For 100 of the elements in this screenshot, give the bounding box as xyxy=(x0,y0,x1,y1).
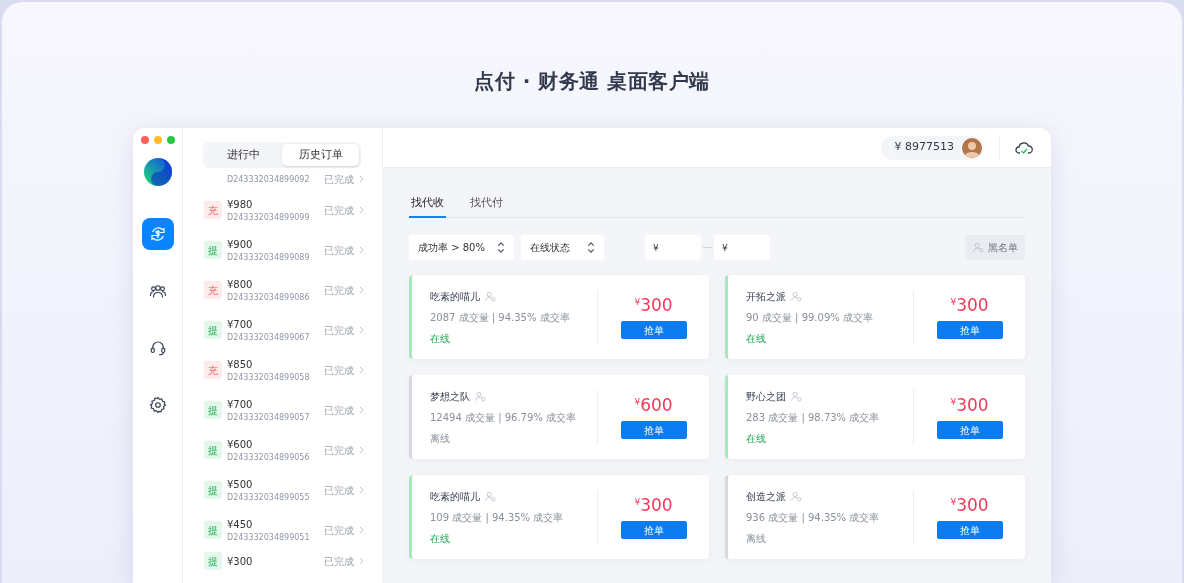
type-badge: 充 xyxy=(204,281,222,299)
currency-sign: ¥ xyxy=(950,296,957,307)
type-badge: 提 xyxy=(204,241,222,259)
grab-order-button[interactable]: 抢单 xyxy=(936,421,1003,439)
blacklist-button[interactable]: 黑名单 xyxy=(965,235,1025,260)
person-icon xyxy=(791,390,802,402)
order-tab[interactable]: 历史订单 xyxy=(282,144,359,166)
online-status: 离线 xyxy=(430,431,451,446)
order-amount: ¥700 xyxy=(227,317,254,331)
price: 300 xyxy=(956,495,989,515)
order-id: D243332034899058 xyxy=(227,371,311,383)
status-select[interactable]: 在线状态 xyxy=(521,235,604,260)
seller-name: 吃素的喵儿 xyxy=(430,289,480,304)
nav-button[interactable] xyxy=(141,218,174,250)
chevron-right-icon xyxy=(359,526,364,534)
type-badge: 充 xyxy=(204,201,222,219)
seller-name: 梦想之队 xyxy=(430,389,470,404)
order-status: 已完成 xyxy=(324,203,354,218)
avatar-icon[interactable] xyxy=(962,137,982,158)
price: 300 xyxy=(956,295,989,315)
price: 600 xyxy=(640,395,673,415)
order-status: 已完成 xyxy=(324,443,354,458)
order-id: D243332034899089 xyxy=(227,251,311,263)
chevron-right-icon xyxy=(359,406,364,414)
online-status: 在线 xyxy=(430,331,451,346)
order-amount: ¥900 xyxy=(227,237,254,251)
main-tab[interactable]: 找代收 xyxy=(409,190,446,218)
sort-icon xyxy=(587,242,595,253)
order-id: D243332034899057 xyxy=(227,411,311,423)
chevron-right-icon xyxy=(359,175,364,183)
chevron-right-icon xyxy=(359,326,364,334)
grab-order-button[interactable]: 抢单 xyxy=(620,321,687,339)
seller-name: 野心之团 xyxy=(746,389,786,404)
order-status: 已完成 xyxy=(324,403,354,418)
grab-order-button[interactable]: 抢单 xyxy=(620,521,687,539)
seller-stats: 283 成交量 | 98.73% 成交率 xyxy=(746,410,881,425)
rate-select[interactable]: 成功率 > 80% xyxy=(409,235,514,260)
order-id: D243332034899051 xyxy=(227,531,311,543)
chevron-right-icon xyxy=(359,557,364,565)
order-status: 已完成 xyxy=(324,283,354,298)
order-status: 已完成 xyxy=(324,363,354,378)
online-status: 在线 xyxy=(746,431,767,446)
order-status: 已完成 xyxy=(324,172,354,187)
order-amount: ¥800 xyxy=(227,277,254,291)
order-status: 已完成 xyxy=(324,554,354,569)
seller-stats: 936 成交量 | 94.35% 成交率 xyxy=(746,510,881,525)
order-status: 已完成 xyxy=(324,523,354,538)
settings-icon xyxy=(148,396,167,414)
price: 300 xyxy=(640,295,673,315)
order-id: D243332034899092 xyxy=(227,174,311,185)
price: 300 xyxy=(640,495,673,515)
order-amount: ¥450 xyxy=(227,517,254,531)
type-badge: 提 xyxy=(204,401,222,419)
order-tab[interactable]: 进行中 xyxy=(205,144,282,166)
chevron-right-icon xyxy=(359,286,364,294)
grab-order-button[interactable]: 抢单 xyxy=(936,521,1003,539)
order-amount: ¥700 xyxy=(227,397,254,411)
online-status: 离线 xyxy=(746,531,767,546)
balance-amount: ¥ 8977513 xyxy=(894,139,954,156)
cloud-check-icon[interactable] xyxy=(1015,140,1033,155)
type-badge: 提 xyxy=(204,441,222,459)
page-headline: 点付 · 财务通 桌面客户端 xyxy=(474,68,710,94)
seller-stats: 109 成交量 | 94.35% 成交率 xyxy=(430,510,565,525)
order-status: 已完成 xyxy=(324,323,354,338)
currency-sign: ¥ xyxy=(950,396,957,407)
person-icon xyxy=(791,490,802,502)
order-amount: ¥980 xyxy=(227,197,254,211)
grab-order-button[interactable]: 抢单 xyxy=(936,321,1003,339)
order-status: 已完成 xyxy=(324,243,354,258)
order-id: D243332034899056 xyxy=(227,451,311,463)
seller-stats: 12494 成交量 | 96.79% 成交率 xyxy=(430,410,578,425)
person-icon xyxy=(475,390,486,402)
currency-sign: ¥ xyxy=(950,496,957,507)
dollar-exchange-icon xyxy=(148,225,167,243)
currency-sign: ¥ xyxy=(634,296,641,307)
min-amount-field[interactable]: ¥ xyxy=(645,235,701,260)
sort-icon xyxy=(497,242,505,253)
order-id: D243332034899099 xyxy=(227,211,311,223)
person-icon xyxy=(485,290,496,302)
seller-name: 吃素的喵儿 xyxy=(430,489,480,504)
logo-icon xyxy=(143,158,172,186)
max-amount-field[interactable]: ¥ xyxy=(714,235,770,260)
currency-sign: ¥ xyxy=(634,396,641,407)
order-id: D243332034899055 xyxy=(227,491,311,503)
order-amount: ¥850 xyxy=(227,357,254,371)
order-amount: ¥500 xyxy=(227,477,254,491)
main-tab[interactable]: 找代付 xyxy=(468,190,505,218)
order-row[interactable]: 提 ¥300 已完成 xyxy=(183,550,382,572)
order-amount: ¥300 xyxy=(227,554,254,568)
online-status: 在线 xyxy=(430,531,451,546)
chevron-right-icon xyxy=(359,366,364,374)
order-amount: ¥600 xyxy=(227,437,254,451)
person-icon xyxy=(485,490,496,502)
person-icon xyxy=(791,290,802,302)
order-status: 已完成 xyxy=(324,483,354,498)
seller-stats: 90 成交量 | 99.09% 成交率 xyxy=(746,310,874,325)
seller-name: 开拓之派 xyxy=(746,289,786,304)
currency-sign: ¥ xyxy=(634,496,641,507)
grab-order-button[interactable]: 抢单 xyxy=(620,421,687,439)
chevron-right-icon xyxy=(359,206,364,214)
